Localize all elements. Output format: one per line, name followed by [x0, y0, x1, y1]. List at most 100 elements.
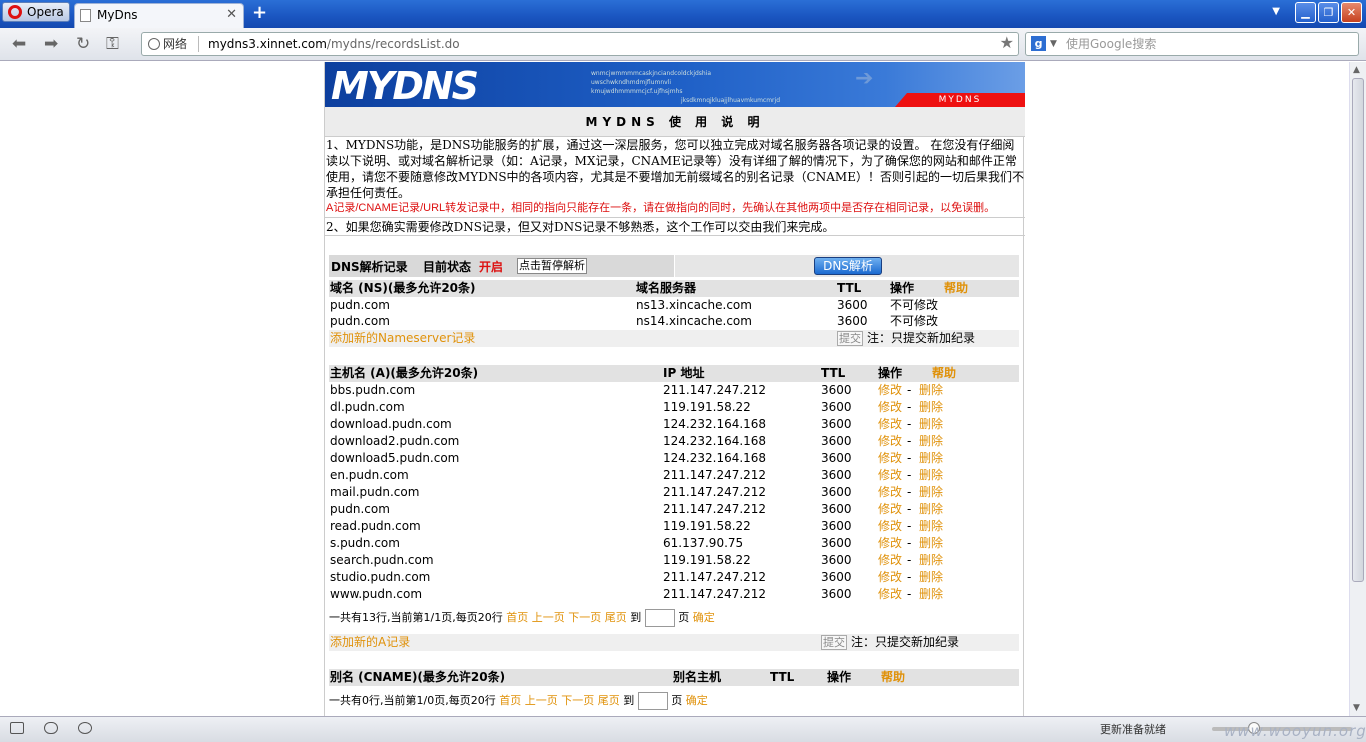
edit-link[interactable]: 修改	[878, 484, 902, 501]
pager-confirm-link[interactable]: 确定	[693, 611, 715, 624]
delete-link[interactable]: 删除	[919, 399, 943, 416]
cname-header-row: 别名 (CNAME)(最多允许20条) 别名主机 TTL 操作 帮助	[329, 669, 1019, 686]
add-a-record-link[interactable]: 添加新的A记录	[330, 634, 410, 651]
dns-state-label: 目前状态	[423, 260, 472, 274]
host-cell: read.pudn.com	[330, 519, 421, 533]
delete-link[interactable]: 删除	[919, 501, 943, 518]
edit-link[interactable]: 修改	[878, 399, 902, 416]
close-window-icon[interactable]: ✕	[1341, 2, 1362, 23]
delete-link[interactable]: 删除	[919, 433, 943, 450]
forward-icon[interactable]: ➡	[44, 34, 58, 54]
tab-close-icon[interactable]: ✕	[226, 4, 237, 26]
dns-status-bar: DNS解析记录 目前状态 开启 点击暂停解析	[329, 255, 674, 277]
ns-help-link[interactable]: 帮助	[944, 280, 968, 297]
separator: -	[907, 417, 912, 431]
ip-cell: 211.147.247.212	[663, 570, 767, 584]
table-row: pudn.com ns13.xincache.com 3600 不可修改	[330, 298, 939, 312]
pager-confirm-link[interactable]: 确定	[686, 694, 708, 707]
pager-first-link[interactable]: 首页	[506, 611, 528, 624]
pause-resolve-button[interactable]: 点击暂停解析	[517, 258, 587, 274]
add-ns-record-link[interactable]: 添加新的Nameserver记录	[330, 330, 475, 347]
ns-submit-button[interactable]: 提交	[837, 331, 863, 346]
tab-title: MyDns	[97, 8, 138, 22]
edit-link[interactable]: 修改	[878, 569, 902, 586]
speed-dial-icon[interactable]	[78, 722, 92, 734]
pager-next-link[interactable]: 下一页	[561, 694, 594, 707]
delete-link[interactable]: 删除	[919, 569, 943, 586]
edit-link[interactable]: 修改	[878, 552, 902, 569]
pager-last-link[interactable]: 尾页	[598, 694, 620, 707]
back-icon[interactable]: ⬅	[12, 34, 26, 54]
vertical-scrollbar[interactable]: ▲ ▼	[1349, 62, 1366, 716]
mydns-banner: MYDNS wnmcjwmmmmcaskjnciandcoldckjdshia …	[325, 62, 1025, 108]
restore-icon[interactable]: ❐	[1318, 2, 1339, 23]
opera-menu-button[interactable]: Opera	[2, 2, 70, 22]
pager-last-link[interactable]: 尾页	[605, 611, 627, 624]
pager-prev-link[interactable]: 上一页	[525, 694, 558, 707]
tab-mydns[interactable]: MyDns ✕	[74, 3, 244, 28]
manual-paragraph-1: 1、MYDNS功能，是DNS功能服务的扩展，通过这一深层服务，您可以独立完成对域…	[326, 138, 1024, 200]
ip-cell: 124.232.164.168	[663, 417, 767, 431]
delete-link[interactable]: 删除	[919, 416, 943, 433]
pager-prev-link[interactable]: 上一页	[532, 611, 565, 624]
page-number-input[interactable]	[637, 692, 668, 710]
ip-cell: 211.147.247.212	[663, 502, 767, 516]
manual-title: MYDNS 使 用 说 明	[325, 107, 1025, 137]
edit-link[interactable]: 修改	[878, 501, 902, 518]
ttl-cell: 3600	[821, 451, 852, 465]
edit-link[interactable]: 修改	[878, 382, 902, 399]
cloud-icon[interactable]	[44, 722, 58, 734]
edit-link[interactable]: 修改	[878, 416, 902, 433]
url-text[interactable]: mydns3.xinnet.com/mydns/recordsList.do	[208, 33, 460, 55]
delete-link[interactable]: 删除	[919, 484, 943, 501]
search-box[interactable]: g ▼ 使用Google搜索	[1025, 32, 1359, 56]
delete-link[interactable]: 删除	[919, 586, 943, 603]
ip-cell: 211.147.247.212	[663, 383, 767, 397]
address-bar[interactable]: 网络 mydns3.xinnet.com/mydns/recordsList.d…	[141, 32, 1019, 56]
cname-help-link[interactable]: 帮助	[881, 669, 905, 686]
table-row: pudn.com ns14.xincache.com 3600 不可修改	[330, 314, 939, 328]
reload-icon[interactable]: ↻	[76, 34, 90, 54]
scroll-thumb[interactable]	[1352, 78, 1364, 582]
new-tab-icon[interactable]: +	[252, 2, 267, 23]
dns-status-label: DNS解析记录	[331, 260, 408, 274]
mydns-logo: MYDNS	[331, 64, 479, 108]
scroll-down-icon[interactable]: ▼	[1353, 703, 1360, 713]
edit-link[interactable]: 修改	[878, 450, 902, 467]
google-icon[interactable]: g	[1031, 36, 1046, 51]
key-icon[interactable]: ⚿	[106, 34, 119, 54]
delete-link[interactable]: 删除	[919, 518, 943, 535]
scroll-up-icon[interactable]: ▲	[1353, 65, 1360, 75]
delete-link[interactable]: 删除	[919, 467, 943, 484]
separator: -	[907, 434, 912, 448]
edit-link[interactable]: 修改	[878, 433, 902, 450]
pager-next-link[interactable]: 下一页	[568, 611, 601, 624]
ttl-cell: 3600	[821, 502, 852, 516]
ip-cell: 211.147.247.212	[663, 468, 767, 482]
a-help-link[interactable]: 帮助	[932, 365, 956, 382]
edit-link[interactable]: 修改	[878, 467, 902, 484]
pager-first-link[interactable]: 首页	[499, 694, 521, 707]
search-engine-dropdown-icon[interactable]: ▼	[1050, 33, 1057, 55]
bookmark-star-icon[interactable]: ★	[1000, 32, 1014, 54]
edit-link[interactable]: 修改	[878, 518, 902, 535]
dns-resolve-button[interactable]: DNS解析	[814, 257, 882, 275]
host-cell: mail.pudn.com	[330, 485, 420, 499]
delete-link[interactable]: 删除	[919, 535, 943, 552]
tab-menu-icon[interactable]: ▼	[1272, 6, 1280, 17]
page-number-input[interactable]	[644, 609, 675, 627]
banner-arrow-icon: ➔	[855, 66, 874, 91]
panel-toggle-icon[interactable]	[10, 722, 24, 734]
url-host: mydns3.xinnet.com	[208, 37, 327, 51]
separator: -	[907, 502, 912, 516]
security-indicator[interactable]: 网络	[148, 33, 187, 55]
edit-link[interactable]: 修改	[878, 586, 902, 603]
delete-link[interactable]: 删除	[919, 552, 943, 569]
edit-link[interactable]: 修改	[878, 535, 902, 552]
delete-link[interactable]: 删除	[919, 450, 943, 467]
ip-cell: 119.191.58.22	[663, 519, 751, 533]
minimize-icon[interactable]: ▁	[1295, 2, 1316, 23]
a-submit-button[interactable]: 提交	[821, 635, 847, 650]
delete-link[interactable]: 删除	[919, 382, 943, 399]
ns-add-row: 添加新的Nameserver记录 提交 注：只提交新加纪录	[329, 330, 1019, 347]
